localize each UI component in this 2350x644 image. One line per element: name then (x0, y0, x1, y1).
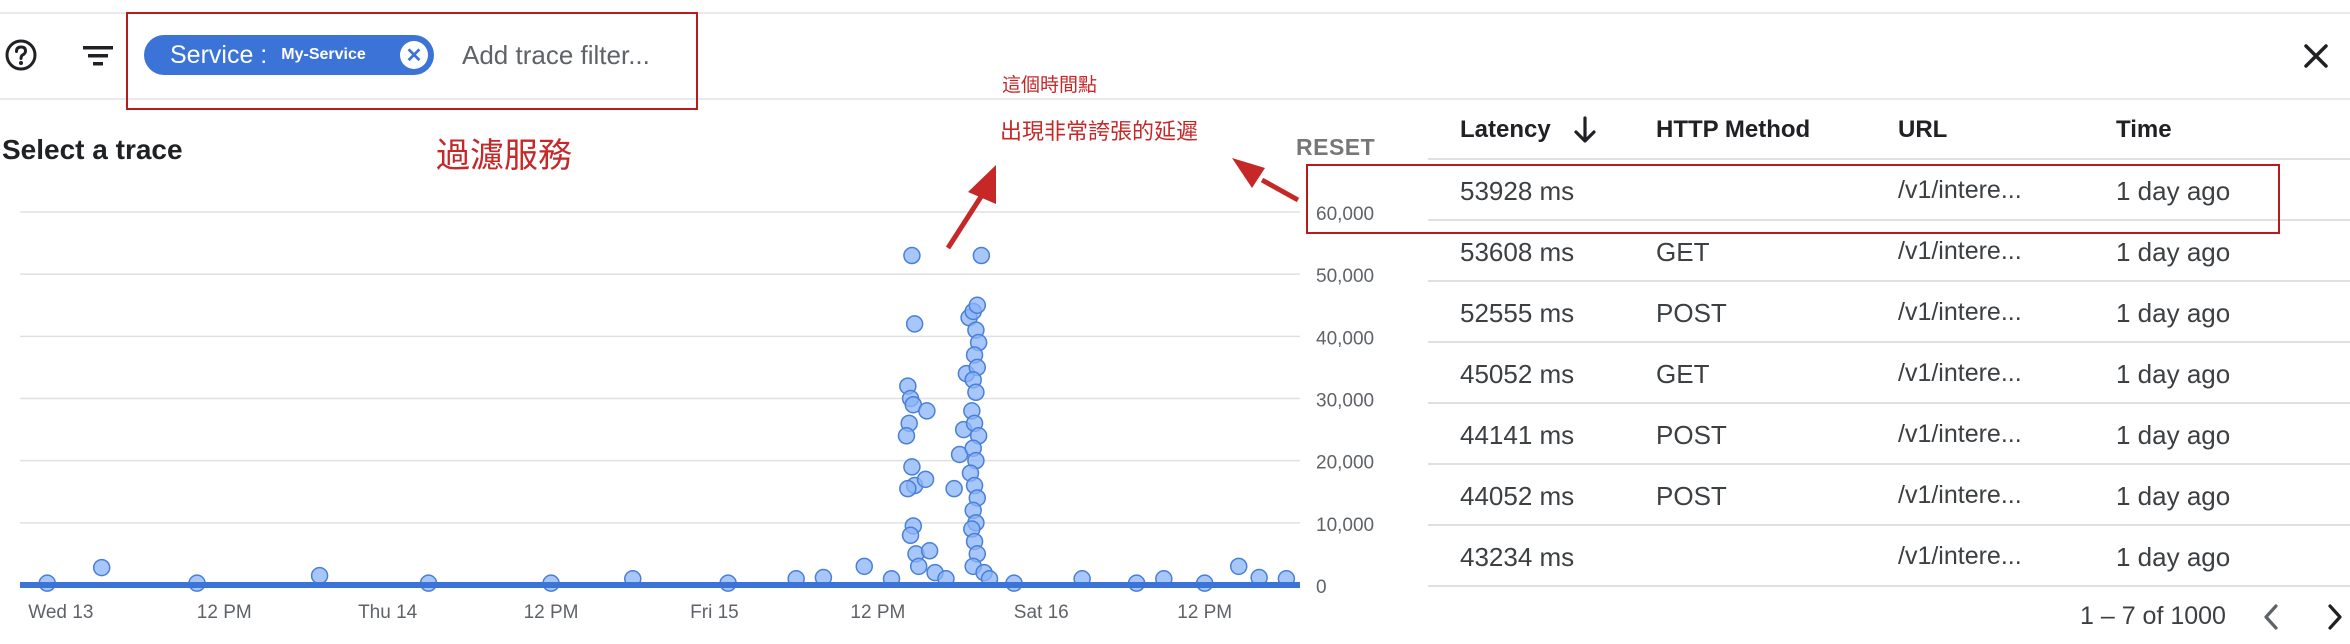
column-header-time[interactable]: Time (2116, 116, 2172, 144)
cell-time: 1 day ago (2116, 237, 2231, 267)
cell-method: POST (1656, 420, 1727, 450)
arrow-shaft (1260, 177, 1300, 203)
time-annotation-line1: 這個時間點 (1002, 75, 1098, 96)
trace-point (968, 296, 987, 314)
cell-method: POST (1656, 481, 1727, 511)
trace-point (1229, 557, 1248, 576)
x-tick-label: Fri 15 (690, 602, 739, 623)
chart-grid (20, 211, 1300, 586)
x-tick-label: Sat 16 (1014, 602, 1069, 623)
table-row[interactable]: 44141 ms POST /v1/intere... 1 day ago (1428, 404, 2350, 465)
baseline-bar (20, 582, 1300, 588)
trace-point (972, 246, 991, 265)
trace-point (899, 479, 917, 498)
cell-method: GET (1656, 359, 1710, 389)
cell-latency: 52555 ms (1460, 298, 1575, 328)
cell-time: 1 day ago (2116, 298, 2231, 328)
x-tick-label: Wed 13 (28, 602, 93, 623)
trace-point (897, 427, 916, 445)
cell-url: /v1/intere... (1898, 359, 2022, 387)
cell-latency: 53608 ms (1460, 237, 1575, 267)
trace-point (310, 566, 329, 585)
trace-point (916, 470, 935, 489)
cell-time: 1 day ago (2116, 542, 2231, 572)
y-axis-ticks: 60,00050,00040,00030,00020,00010,0000 (1316, 204, 1374, 598)
trace-point (918, 402, 936, 420)
trace-point (905, 315, 924, 333)
trace-point (855, 557, 874, 576)
cell-url: /v1/intere... (1898, 420, 2022, 448)
chevron-left-icon[interactable] (2258, 602, 2284, 632)
table-row[interactable]: 45052 ms GET /v1/intere... 1 day ago (1428, 343, 2350, 404)
x-tick-label: 12 PM (524, 602, 579, 623)
trace-point (903, 246, 921, 265)
trace-point (945, 479, 963, 498)
arrow-head (1232, 158, 1265, 188)
row-highlight-box (1306, 164, 2280, 234)
cell-url: /v1/intere... (1898, 481, 2022, 509)
chevron-right-icon[interactable] (2322, 602, 2348, 632)
cell-method: GET (1656, 237, 1710, 267)
x-tick-label: 12 PM (850, 602, 905, 623)
y-tick-label: 10,000 (1316, 515, 1374, 536)
table-row[interactable]: 52555 ms POST /v1/intere... 1 day ago (1428, 282, 2350, 343)
trace-point (903, 458, 921, 476)
y-tick-label: 40,000 (1316, 328, 1374, 349)
y-tick-label: 30,000 (1316, 391, 1374, 412)
arrow-shaft (945, 190, 987, 250)
trace-point (920, 542, 939, 560)
y-tick-label: 20,000 (1316, 453, 1374, 474)
filter-highlight-box (126, 12, 698, 110)
arrow-downward-icon[interactable] (1570, 114, 1600, 146)
time-annotation-line2: 出現非常誇張的延遲 (1000, 119, 1199, 144)
cell-latency: 44141 ms (1460, 420, 1575, 450)
cell-time: 1 day ago (2116, 481, 2231, 511)
filter-list-icon[interactable] (80, 40, 116, 72)
column-header-method[interactable]: HTTP Method (1656, 116, 1810, 144)
cell-method: POST (1656, 298, 1727, 328)
y-tick-label: 50,000 (1316, 266, 1374, 287)
x-tick-label: 12 PM (1177, 602, 1232, 623)
cell-latency: 43234 ms (1460, 542, 1575, 572)
trace-point (909, 557, 928, 576)
cell-time: 1 day ago (2116, 359, 2231, 389)
table-row[interactable]: 44052 ms POST /v1/intere... 1 day ago (1428, 465, 2350, 526)
help-circle-icon[interactable] (3, 37, 39, 73)
column-header-url[interactable]: URL (1898, 116, 1947, 144)
column-header-latency[interactable]: Latency (1460, 116, 1551, 144)
chart-baseline (20, 582, 1300, 588)
trace-point (92, 558, 111, 577)
filter-annotation: 過濾服務 (436, 137, 572, 175)
cell-url: /v1/intere... (1898, 542, 2022, 570)
cell-url: /v1/intere... (1898, 237, 2022, 265)
x-tick-label: 12 PM (197, 602, 252, 623)
table-header: Latency HTTP Method URL Time (1428, 100, 2350, 160)
cell-time: 1 day ago (2116, 420, 2231, 450)
y-tick-label: 0 (1316, 577, 1327, 598)
cell-url: /v1/intere... (1898, 298, 2022, 326)
trace-point (901, 526, 920, 545)
pagination-range: 1 – 7 of 1000 (2080, 602, 2226, 630)
cell-latency: 44052 ms (1460, 481, 1575, 511)
annotation-arrows (945, 158, 1300, 250)
latency-scatter-chart[interactable]: 60,00050,00040,00030,00020,00010,0000 We… (0, 140, 1420, 644)
table-row[interactable]: 43234 ms /v1/intere... 1 day ago (1428, 526, 2350, 587)
close-icon[interactable] (2298, 38, 2334, 74)
x-axis-ticks: Wed 13 12 PM Thu 14 12 PM Fri 15 12 PM Sat 16 1… (28, 602, 1232, 623)
trace-point (967, 383, 985, 402)
cell-latency: 45052 ms (1460, 359, 1575, 389)
x-tick-label: Thu 14 (358, 602, 418, 623)
chart-points[interactable] (38, 246, 1296, 592)
